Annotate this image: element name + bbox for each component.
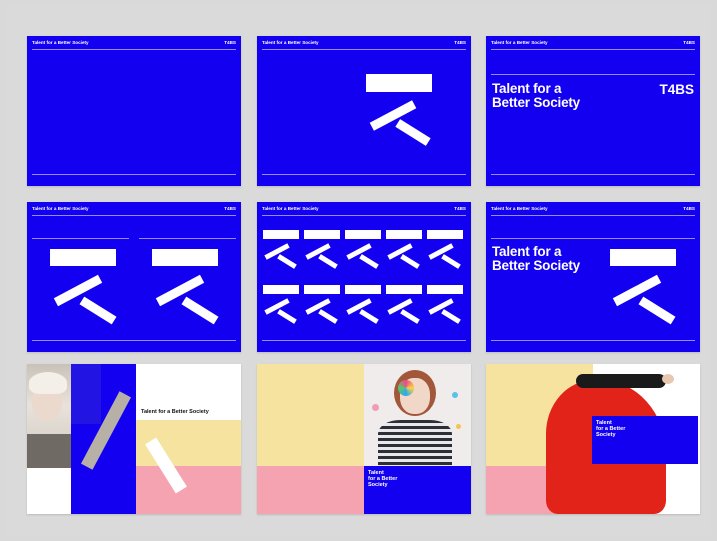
logo-diagonal-lower-right bbox=[181, 296, 219, 325]
mini-logo-bar bbox=[263, 230, 299, 239]
big-title-line-2: Better Society bbox=[492, 258, 580, 273]
presentation-board: Talent for a Better Society T4BS Talent … bbox=[6, 6, 711, 535]
mini-logo-bar bbox=[427, 285, 463, 294]
mini-logo-bar bbox=[304, 230, 340, 239]
lollipop-icon bbox=[398, 380, 414, 396]
blue-block: Talent for a Better Society bbox=[592, 416, 698, 464]
mini-logo-diagonal-lower bbox=[277, 309, 297, 324]
slide-8: Talent for a Better Society bbox=[257, 364, 471, 514]
mini-logo-diagonal-lower bbox=[400, 309, 420, 324]
slide-header-abbr: T4BS bbox=[683, 206, 695, 211]
logo-bar bbox=[610, 249, 676, 266]
blue-block: Talent for a Better Society bbox=[364, 466, 471, 514]
slide-header-title: Talent for a Better Society bbox=[32, 40, 89, 45]
stacked-title-line-3: Society bbox=[596, 432, 616, 438]
mini-logo-diagonal-lower bbox=[318, 309, 338, 324]
stacked-title: Talent for a Better Society bbox=[368, 470, 397, 488]
footer-rule bbox=[32, 174, 236, 175]
header-rule bbox=[491, 215, 695, 216]
logo-diagonal-upper bbox=[612, 274, 662, 307]
mini-logo-bar bbox=[427, 230, 463, 239]
section-rule-left bbox=[32, 238, 129, 239]
stacked-title-line-3: Society bbox=[368, 482, 388, 488]
big-title-line-1: Talent for a bbox=[492, 81, 562, 96]
header-rule bbox=[32, 49, 236, 50]
big-title: Talent for a Better Society bbox=[492, 245, 580, 273]
mini-logo-bar bbox=[263, 285, 299, 294]
slide-header-abbr: T4BS bbox=[224, 206, 236, 211]
slide-header-title: Talent for a Better Society bbox=[262, 206, 319, 211]
slide-header-title: Talent for a Better Society bbox=[262, 40, 319, 45]
slide-header-abbr: T4BS bbox=[454, 206, 466, 211]
logo-diagonal-upper-left bbox=[53, 274, 103, 307]
big-abbr: T4BS bbox=[659, 82, 694, 97]
slide-7: Talent for a Better Society bbox=[27, 364, 241, 514]
logo-diagonal-upper-right bbox=[155, 274, 205, 307]
header-rule bbox=[32, 215, 236, 216]
mini-logo-bar bbox=[345, 285, 381, 294]
logo-diagonal-lower-left bbox=[79, 296, 117, 325]
dark-arm bbox=[576, 374, 666, 388]
slide-header-title: Talent for a Better Society bbox=[491, 206, 548, 211]
blue-overlay-face bbox=[71, 364, 101, 424]
logo-diagonal-lower bbox=[638, 296, 676, 325]
portrait-hair bbox=[29, 372, 67, 394]
mini-logo-bar bbox=[345, 230, 381, 239]
slide-header-abbr: T4BS bbox=[454, 40, 466, 45]
brand-label: Talent for a Better Society bbox=[141, 409, 209, 415]
section-rule bbox=[491, 74, 695, 75]
stacked-title: Talent for a Better Society bbox=[596, 420, 625, 438]
slide-5: Talent for a Better Society T4BS bbox=[257, 202, 471, 352]
mini-logo-diagonal-lower bbox=[400, 254, 420, 269]
mini-logo-diagonal-lower bbox=[441, 309, 461, 324]
section-rule-right bbox=[139, 238, 236, 239]
big-title-line-2: Better Society bbox=[492, 95, 580, 110]
section-rule bbox=[491, 238, 695, 239]
footer-rule bbox=[262, 174, 466, 175]
slide-1: Talent for a Better Society T4BS bbox=[27, 36, 241, 186]
slide-header-abbr: T4BS bbox=[224, 40, 236, 45]
mini-logo-diagonal-lower bbox=[359, 254, 379, 269]
logo-bar-left bbox=[50, 249, 116, 266]
slide-header-title: Talent for a Better Society bbox=[32, 206, 89, 211]
footer-rule bbox=[491, 174, 695, 175]
footer-rule bbox=[262, 340, 466, 341]
header-rule bbox=[491, 49, 695, 50]
mini-logo-diagonal-lower bbox=[318, 254, 338, 269]
candy-dot bbox=[372, 404, 379, 411]
mini-logo-diagonal-lower bbox=[277, 254, 297, 269]
pink-block bbox=[136, 466, 241, 514]
yellow-block bbox=[257, 364, 364, 466]
slide-4: Talent for a Better Society T4BS bbox=[27, 202, 241, 352]
mini-logo-bar bbox=[386, 230, 422, 239]
big-title-line-1: Talent for a bbox=[492, 244, 562, 259]
slide-3: Talent for a Better Society T4BS Talent … bbox=[486, 36, 700, 186]
mini-logo-diagonal-lower bbox=[441, 254, 461, 269]
mini-logo-bar bbox=[386, 285, 422, 294]
striped-sweater bbox=[378, 420, 452, 466]
candy-dot bbox=[452, 392, 458, 398]
portrait-photo bbox=[27, 364, 71, 468]
hand bbox=[662, 374, 674, 384]
portrait-photo bbox=[364, 364, 471, 466]
footer-rule bbox=[491, 340, 695, 341]
big-title: Talent for a Better Society bbox=[492, 82, 580, 110]
footer-rule bbox=[32, 340, 236, 341]
candy-dot bbox=[456, 424, 461, 429]
pink-block bbox=[257, 466, 364, 514]
logo-bar-right bbox=[152, 249, 218, 266]
header-rule bbox=[262, 49, 466, 50]
slide-header-abbr: T4BS bbox=[683, 40, 695, 45]
logo-diagonal-lower bbox=[395, 119, 431, 146]
slide-9: Talent for a Better Society bbox=[486, 364, 700, 514]
header-rule bbox=[262, 215, 466, 216]
mini-logo-diagonal-lower bbox=[359, 309, 379, 324]
logo-bar bbox=[366, 74, 432, 92]
mini-logo-bar bbox=[304, 285, 340, 294]
portrait-shoulder bbox=[27, 434, 71, 468]
slide-6: Talent for a Better Society T4BS Talent … bbox=[486, 202, 700, 352]
slide-2: Talent for a Better Society T4BS bbox=[257, 36, 471, 186]
slide-header-title: Talent for a Better Society bbox=[491, 40, 548, 45]
